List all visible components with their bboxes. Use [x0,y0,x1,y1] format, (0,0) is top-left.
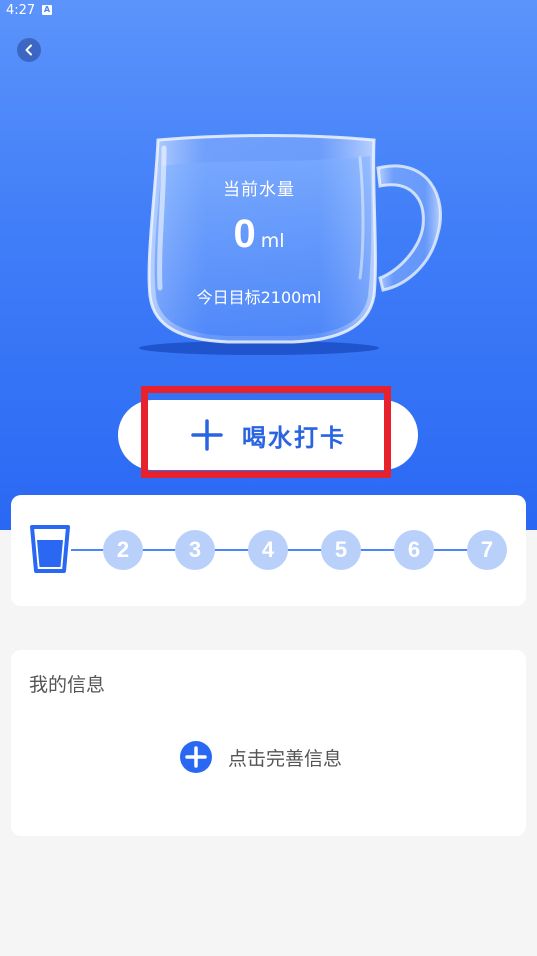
daily-goal-label: 今日目标2100ml [196,288,322,307]
status-bar: 4:27 A [0,0,537,22]
status-time: 4:27 [6,3,36,18]
day-4-dot: 4 [248,530,288,570]
day-7-dot: 7 [467,530,507,570]
drink-checkin-button[interactable]: 喝水打卡 [118,400,418,470]
notification-icon: A [42,5,52,15]
day-3-dot: 3 [175,530,215,570]
complete-info-label: 点击完善信息 [228,747,343,770]
current-water-amount: 0 ml [150,212,368,257]
day-6-dot: 6 [394,530,434,570]
checkin-button-content: 喝水打卡 [190,418,346,453]
daily-progress-card: 2 3 4 5 6 7 [11,495,526,606]
my-info-title: 我的信息 [29,674,106,696]
chevron-left-icon [25,44,32,56]
water-amount-unit: ml [260,230,285,252]
checkin-button-label: 喝水打卡 [242,423,346,452]
day-5-dot: 5 [321,530,361,570]
day-2-dot: 2 [103,530,143,570]
water-amount-value: 0 [233,212,256,256]
complete-info-button[interactable]: 点击完善信息 [179,740,342,774]
plus-icon [191,419,223,451]
hero-section: 4:27 A 当前水量 0 ml 今日目标2100ml 喝水打卡 [0,0,537,530]
water-glass-icon [30,525,70,573]
my-info-card: 我的信息 点击完善信息 [11,650,526,836]
back-button[interactable] [17,38,41,62]
current-water-label: 当前水量 [223,180,295,200]
plus-circle-icon [180,741,212,773]
